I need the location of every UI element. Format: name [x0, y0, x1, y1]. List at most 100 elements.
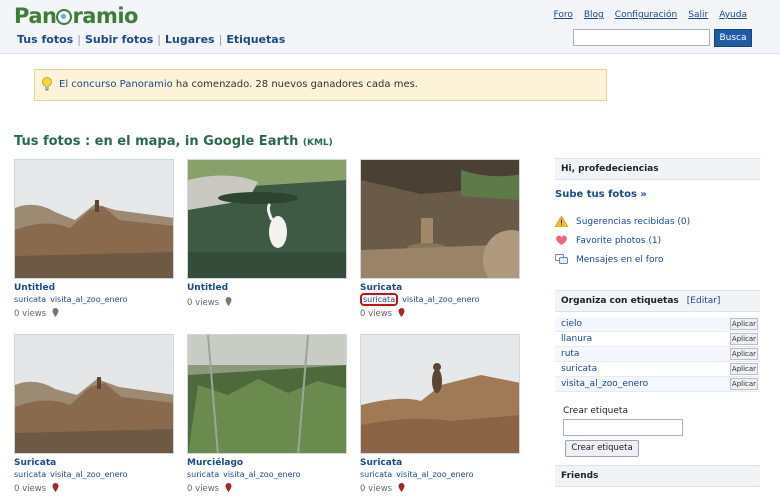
link-foro[interactable]: Foro: [554, 10, 573, 20]
header: Pan ramio Tus fotos | Subir fotos | Lugares | E…: [0, 0, 780, 54]
main-nav: Tus fotos | Subir fotos | Lugares | Etiquetas: [17, 33, 286, 46]
page-title: Tus fotos : en el mapa, in Google Earth …: [14, 134, 333, 149]
photo-meta: 0 views: [360, 483, 520, 494]
lightbulb-icon: [42, 77, 52, 91]
photo-card: Murciélago suricata visita_al_zoo_enero 0…: [187, 334, 347, 494]
photo-meta: 0 views: [187, 483, 347, 494]
create-tag-button[interactable]: Crear etiqueta: [565, 440, 639, 457]
favorite-photos-link[interactable]: Favorite photos (1): [555, 231, 760, 250]
map-pin-icon[interactable]: [225, 297, 232, 306]
tag-row: llanura Aplicar: [555, 332, 760, 347]
friends-panel: Friends: [555, 465, 760, 487]
photo-title[interactable]: Suricata: [360, 458, 520, 470]
search-input[interactable]: [573, 29, 710, 46]
photo-tag[interactable]: suricata: [14, 295, 46, 304]
photo-title[interactable]: Untitled: [14, 283, 174, 295]
photo-tag[interactable]: visita_al_zoo_enero: [50, 295, 127, 304]
tag-label[interactable]: suricata: [561, 364, 597, 374]
photo-title[interactable]: Untitled: [187, 283, 347, 295]
photo-thumbnail[interactable]: [360, 334, 520, 454]
sidebar-links: Sugerencias recibidas (0) Favorite photo…: [555, 212, 760, 269]
map-pin-icon[interactable]: [398, 483, 405, 492]
photo-tag[interactable]: visita_al_zoo_enero: [50, 470, 127, 479]
views-count: 0 views: [360, 309, 393, 319]
friends-header: Friends: [555, 465, 760, 487]
apply-button[interactable]: Aplicar: [730, 363, 758, 375]
link-blog[interactable]: Blog: [584, 10, 604, 20]
nav-tus-fotos[interactable]: Tus fotos: [17, 33, 73, 46]
views-count: 0 views: [187, 298, 220, 308]
link-configuracion[interactable]: Configuración: [615, 10, 677, 20]
photo-tag[interactable]: visita_al_zoo_enero: [223, 470, 300, 479]
contest-link[interactable]: El concurso Panoramio: [59, 79, 173, 90]
tag-row: cielo Aplicar: [555, 317, 760, 332]
greeting: Hi, profedeciencias: [555, 158, 760, 180]
chat-icon: [555, 254, 568, 264]
forum-messages-link[interactable]: Mensajes en el foro: [555, 250, 760, 269]
suggestions-link[interactable]: Sugerencias recibidas (0): [555, 212, 760, 231]
apply-button[interactable]: Aplicar: [730, 348, 758, 360]
photo-title[interactable]: Suricata: [14, 458, 174, 470]
map-pin-icon[interactable]: [52, 308, 59, 317]
apply-button[interactable]: Aplicar: [730, 333, 758, 345]
photo-tags: suricata visita_al_zoo_enero: [14, 470, 174, 481]
map-pin-icon[interactable]: [225, 483, 232, 492]
nav-subir-fotos[interactable]: Subir fotos: [85, 33, 153, 46]
apply-button[interactable]: Aplicar: [730, 378, 758, 390]
map-pin-icon[interactable]: [52, 483, 59, 492]
photo-card: Suricata suricata visita_al_zoo_enero 0 v…: [360, 159, 520, 319]
tag-list: cielo Aplicar llanura Aplicar ruta Aplicar …: [555, 317, 760, 392]
top-links: Foro Blog Configuración Salir Ayuda: [543, 10, 748, 20]
create-tag-input[interactable]: [563, 419, 683, 436]
photo-thumbnail[interactable]: [187, 334, 347, 454]
photo-tags: suricata visita_al_zoo_enero: [187, 470, 347, 481]
tags-panel: Organiza con etiquetas [Editar] cielo Apli…: [555, 290, 760, 457]
map-pin-icon[interactable]: [398, 308, 405, 317]
views-count: 0 views: [187, 484, 220, 494]
tag-label[interactable]: ruta: [561, 349, 579, 359]
photo-tag[interactable]: visita_al_zoo_enero: [402, 295, 479, 304]
photo-tag[interactable]: visita_al_zoo_enero: [396, 470, 473, 479]
views-count: 0 views: [14, 484, 47, 494]
views-count: 0 views: [14, 309, 47, 319]
views-count: 0 views: [360, 484, 393, 494]
tag-row: suricata Aplicar: [555, 362, 760, 377]
photo-thumbnail[interactable]: [14, 159, 174, 279]
notice-text: ha comenzado. 28 nuevos ganadores cada m…: [172, 79, 418, 90]
panoramio-logo[interactable]: Pan ramio: [14, 4, 139, 28]
photo-thumbnail[interactable]: [14, 334, 174, 454]
heart-icon: [556, 235, 567, 245]
photo-card: Suricata suricata visita_al_zoo_enero 0 v…: [360, 334, 520, 494]
tag-label[interactable]: cielo: [561, 319, 582, 329]
photo-thumbnail[interactable]: [187, 159, 347, 279]
create-tag-label: Crear etiqueta: [563, 406, 628, 416]
sidebar: Hi, profedeciencias Sube tus fotos » Sug…: [555, 158, 760, 269]
tag-row: visita_al_zoo_enero Aplicar: [555, 377, 760, 392]
link-salir[interactable]: Salir: [688, 10, 708, 20]
tag-label[interactable]: visita_al_zoo_enero: [561, 379, 648, 389]
link-ayuda[interactable]: Ayuda: [719, 10, 747, 20]
photo-tags: suricata visita_al_zoo_enero: [360, 293, 520, 306]
edit-tags-link[interactable]: [Editar]: [687, 296, 721, 306]
photo-tag[interactable]: suricata: [360, 470, 392, 479]
photo-tags: suricata visita_al_zoo_enero: [14, 295, 174, 306]
photo-meta: 0 views: [187, 297, 347, 308]
photo-tag[interactable]: suricata: [14, 470, 46, 479]
kml-link[interactable]: (KML): [303, 138, 333, 148]
tags-panel-header: Organiza con etiquetas [Editar]: [555, 290, 760, 312]
upload-photos-link[interactable]: Sube tus fotos »: [555, 189, 760, 200]
photo-meta: 0 views: [360, 308, 520, 319]
photo-meta: 0 views: [14, 308, 174, 319]
apply-button[interactable]: Aplicar: [730, 318, 758, 330]
nav-lugares[interactable]: Lugares: [165, 33, 215, 46]
photo-thumbnail[interactable]: [360, 159, 520, 279]
tag-label[interactable]: llanura: [561, 334, 592, 344]
photo-tag[interactable]: suricata: [187, 470, 219, 479]
photo-tag-highlighted[interactable]: suricata: [360, 293, 399, 306]
photo-card: Untitled suricata visita_al_zoo_enero 0 v…: [14, 159, 174, 319]
nav-etiquetas[interactable]: Etiquetas: [226, 33, 285, 46]
photo-tags: suricata visita_al_zoo_enero: [360, 470, 520, 481]
search-button[interactable]: Busca: [714, 29, 752, 47]
contest-notice: El concurso Panoramio ha comenzado. 28 n…: [34, 69, 607, 101]
photo-title[interactable]: Murciélago: [187, 458, 347, 470]
